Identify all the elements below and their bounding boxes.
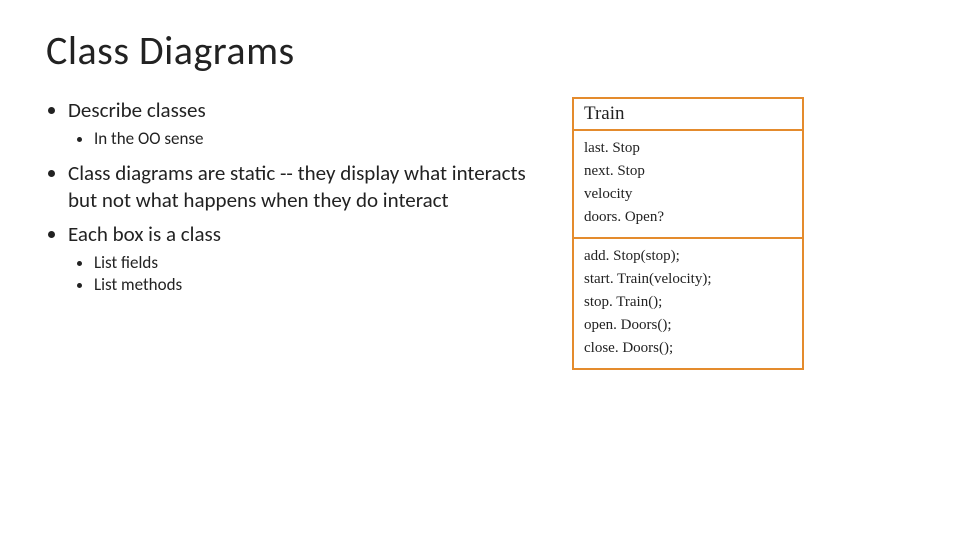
uml-field: next. Stop <box>584 160 792 183</box>
content-right: Train last. Stop next. Stop velocity doo… <box>572 97 804 370</box>
list-item: List fields <box>94 252 536 274</box>
uml-method: close. Doors(); <box>584 337 792 360</box>
list-item: List methods <box>94 274 536 296</box>
uml-field: doors. Open? <box>584 206 792 229</box>
slide: Class Diagrams Describe classes In the O… <box>0 0 960 540</box>
uml-method: start. Train(velocity); <box>584 268 792 291</box>
uml-method: add. Stop(stop); <box>584 245 792 268</box>
bullet-list: Describe classes In the OO sense Class d… <box>46 97 536 296</box>
bullet-text: Describe classes <box>68 97 206 123</box>
uml-class-box: Train last. Stop next. Stop velocity doo… <box>572 97 804 370</box>
sub-list: In the OO sense <box>68 128 536 150</box>
uml-methods: add. Stop(stop); start. Train(velocity);… <box>574 239 802 368</box>
uml-fields: last. Stop next. Stop velocity doors. Op… <box>574 131 802 239</box>
list-item: In the OO sense <box>94 128 536 150</box>
uml-class-name: Train <box>574 99 802 131</box>
uml-method: stop. Train(); <box>584 291 792 314</box>
list-item: Class diagrams are static -- they displa… <box>68 160 536 214</box>
bullet-text: Each box is a class <box>68 221 221 247</box>
list-item: Each box is a class List fields List met… <box>68 221 536 295</box>
page-title: Class Diagrams <box>46 26 914 75</box>
uml-method: open. Doors(); <box>584 314 792 337</box>
content-left: Describe classes In the OO sense Class d… <box>46 97 536 370</box>
list-item: Describe classes In the OO sense <box>68 97 536 150</box>
uml-field: last. Stop <box>584 137 792 160</box>
sub-list: List fields List methods <box>68 252 536 296</box>
uml-field: velocity <box>584 183 792 206</box>
slide-body: Describe classes In the OO sense Class d… <box>46 97 914 370</box>
